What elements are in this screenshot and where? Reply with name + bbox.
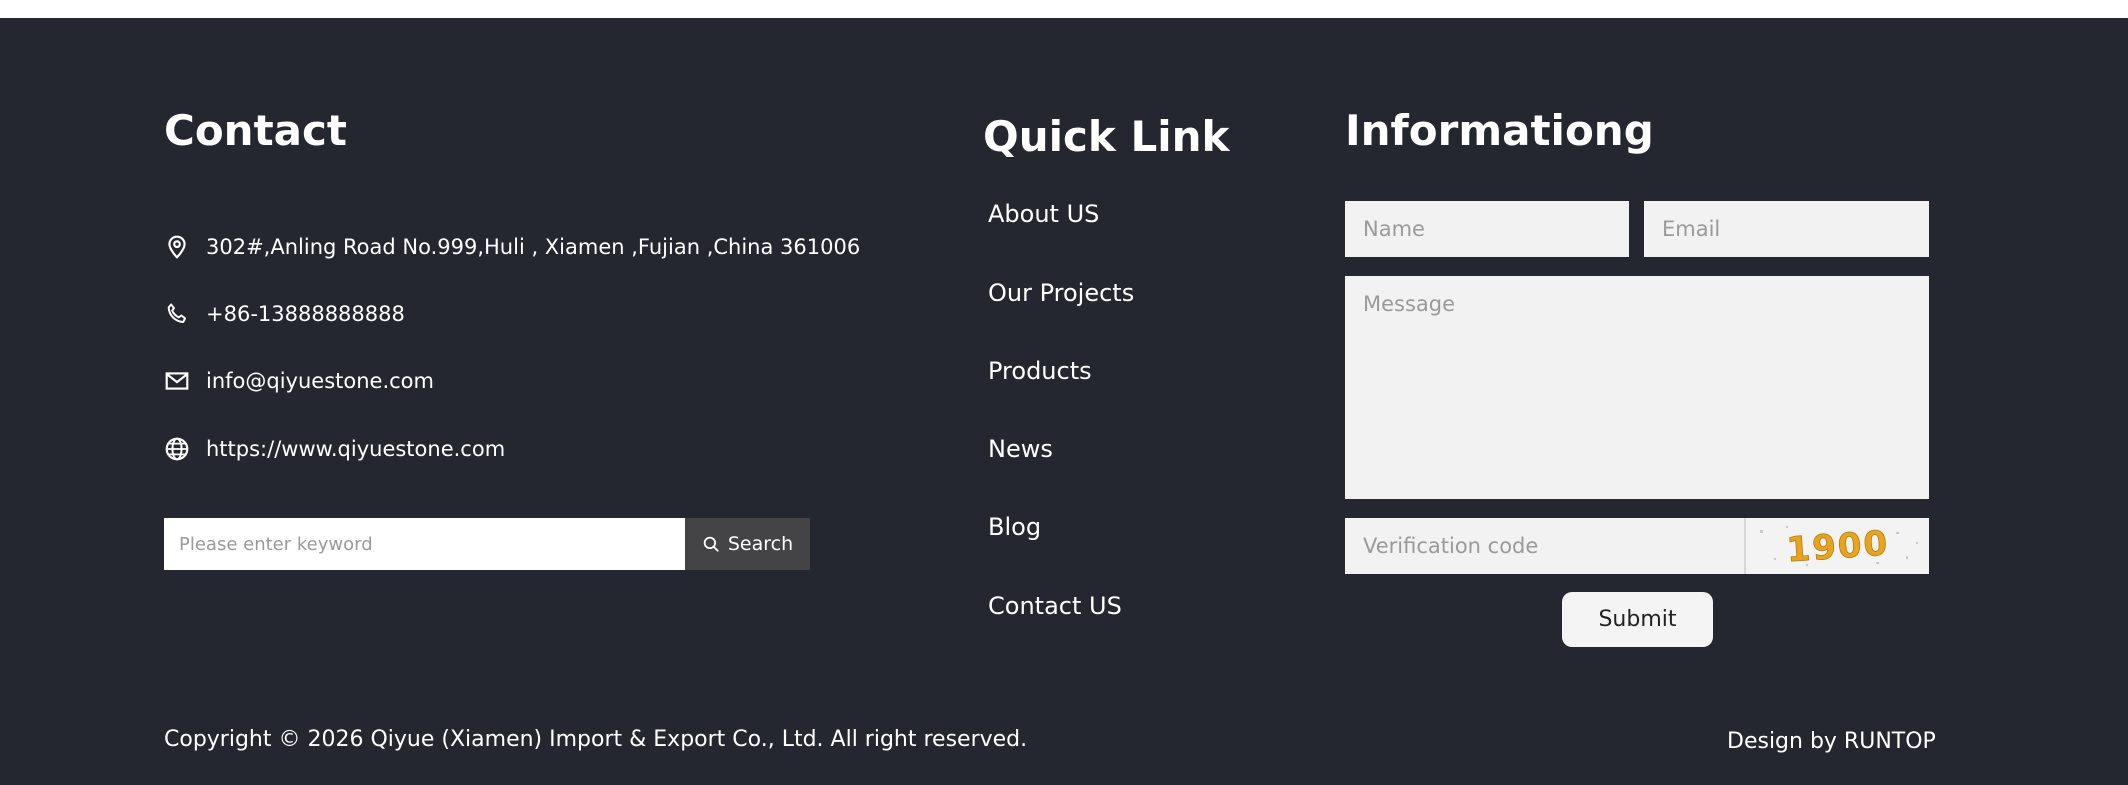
phone-row: +86-13888888888 [164, 301, 405, 327]
website-row: https://www.qiyuestone.com [164, 436, 505, 462]
phone-icon [167, 303, 186, 323]
search-input[interactable] [164, 518, 685, 570]
captcha-image[interactable]: 1900 [1744, 518, 1929, 574]
captcha-text: 1900 [1785, 523, 1890, 570]
phone-text: +86-13888888888 [206, 302, 405, 326]
location-pin-icon [168, 235, 186, 259]
information-heading: Informationg [1345, 106, 1654, 155]
quick-link-contact-us[interactable]: Contact US [988, 594, 1122, 618]
mail-icon [165, 372, 189, 390]
verification-code-field[interactable] [1345, 518, 1744, 574]
globe-icon [165, 437, 189, 461]
address-row: 302#,Anling Road No.999,Huli , Xiamen ,F… [164, 234, 860, 260]
email-text: info@qiyuestone.com [206, 369, 434, 393]
contact-heading: Contact [164, 106, 347, 155]
search-icon [703, 536, 719, 552]
submit-button[interactable]: Submit [1562, 592, 1713, 647]
site-footer: Contact 302#,Anling Road No.999,Huli , X… [0, 18, 2128, 785]
quick-link-about-us[interactable]: About US [988, 202, 1099, 226]
search-button-label: Search [727, 533, 794, 555]
copyright-text: Copyright © 2026 Qiyue (Xiamen) Import &… [164, 727, 1028, 752]
name-field[interactable] [1345, 201, 1629, 257]
email-row: info@qiyuestone.com [164, 368, 434, 394]
website-link[interactable]: https://www.qiyuestone.com [206, 437, 505, 461]
quick-link-heading: Quick Link [983, 112, 1230, 161]
address-text: 302#,Anling Road No.999,Huli , Xiamen ,F… [206, 235, 861, 259]
quick-link-blog[interactable]: Blog [988, 515, 1041, 539]
quick-link-products[interactable]: Products [988, 359, 1092, 383]
design-credit[interactable]: Design by RUNTOP [1727, 729, 1936, 754]
email-field[interactable] [1644, 201, 1929, 257]
quick-link-news[interactable]: News [988, 437, 1053, 461]
site-search: Search [164, 518, 810, 570]
search-button[interactable]: Search [685, 518, 810, 570]
message-field[interactable] [1345, 276, 1929, 499]
quick-link-our-projects[interactable]: Our Projects [988, 281, 1134, 305]
